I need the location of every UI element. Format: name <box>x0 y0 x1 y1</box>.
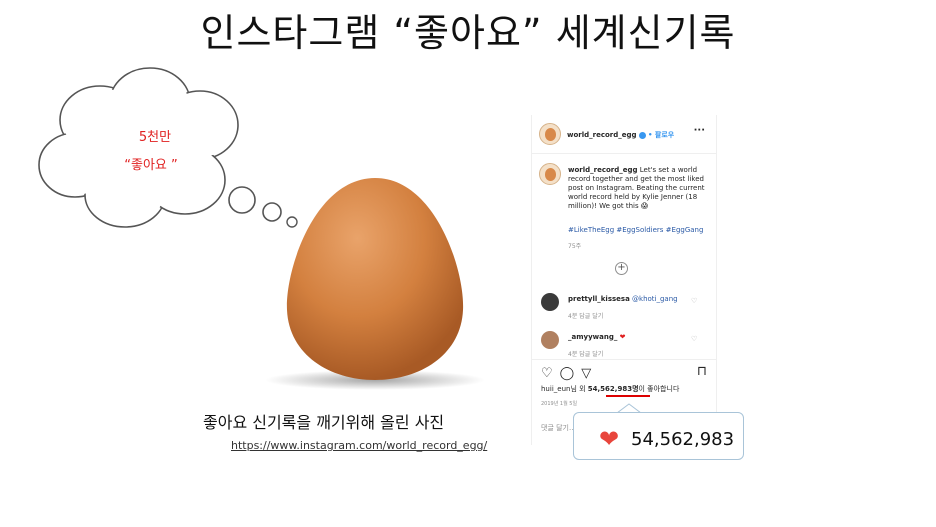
page-title: 인스타그램 “좋아요” 세계신기록 <box>200 11 736 55</box>
egg-image <box>265 178 485 390</box>
post-actions: ♡ ◯ ▽ <box>541 366 598 381</box>
avatar[interactable] <box>539 123 561 145</box>
comment-like-icon[interactable]: ♡ <box>691 335 697 343</box>
comment-avatar[interactable] <box>541 331 559 349</box>
caption-avatar[interactable] <box>539 163 561 185</box>
heart-icon[interactable]: ♡ <box>541 366 553 381</box>
cloud-text-line1: 5천만 <box>138 130 172 145</box>
post-date: 2019년 1월 5일 <box>541 401 578 407</box>
hashtags[interactable]: #LikeTheEgg #EggSoldiers #EggGang <box>568 226 703 234</box>
comment-username[interactable]: prettyll_kissesa <box>568 295 630 303</box>
comment-icon[interactable]: ◯ <box>560 366 575 381</box>
post-username[interactable]: world_record_egg <box>567 131 637 139</box>
likes-suffix: 이 좋아합니다 <box>638 385 680 393</box>
bookmark-icon[interactable]: ⊓ <box>697 364 707 379</box>
comment-text[interactable]: @khoti_gang <box>632 295 678 303</box>
post-caption: world_record_egg Let's set a world recor… <box>568 166 708 211</box>
post-age: 75주 <box>568 243 582 250</box>
more-options-icon[interactable]: ··· <box>694 125 705 136</box>
likes-line: huii_eun님 외 54,562,983명이 좋아합니다 <box>541 384 679 394</box>
follow-button[interactable]: • 팔로우 <box>648 131 674 139</box>
comment-2: _amyywang_ ❤ <box>568 333 625 341</box>
cloud-text-line2: “좋아요 ” <box>124 158 178 173</box>
instagram-link[interactable]: https://www.instagram.com/world_record_e… <box>231 439 487 452</box>
comment-avatar[interactable] <box>541 293 559 311</box>
likes-count[interactable]: 54,562,983명 <box>588 385 639 393</box>
share-icon[interactable]: ▽ <box>581 366 591 381</box>
comment-1: prettyll_kissesa @khoti_gang <box>568 295 678 303</box>
photo-caption: 좋아요 신기록을 깨기위해 올린 사진 <box>203 413 445 432</box>
callout-likes-count: 54,562,983 <box>631 429 735 450</box>
comment-text: ❤ <box>619 333 626 341</box>
comment-username[interactable]: _amyywang_ <box>568 333 617 341</box>
caption-username[interactable]: world_record_egg <box>568 166 638 174</box>
verified-icon <box>638 131 646 139</box>
post-header: world_record_egg • 팔로우 ··· <box>531 115 717 154</box>
likes-highlight-underline <box>606 395 650 397</box>
heart-icon: ❤ <box>599 425 620 453</box>
likes-prefix[interactable]: huii_eun님 외 <box>541 385 588 393</box>
divider <box>531 359 717 360</box>
comment-meta[interactable]: 4분 답글 달기 <box>568 349 603 358</box>
comment-like-icon[interactable]: ♡ <box>691 297 697 305</box>
add-comment-input[interactable]: 댓글 달기... <box>541 423 576 433</box>
plus-circle-icon[interactable]: + <box>615 262 628 275</box>
comment-meta[interactable]: 4분 답글 달기 <box>568 311 603 320</box>
